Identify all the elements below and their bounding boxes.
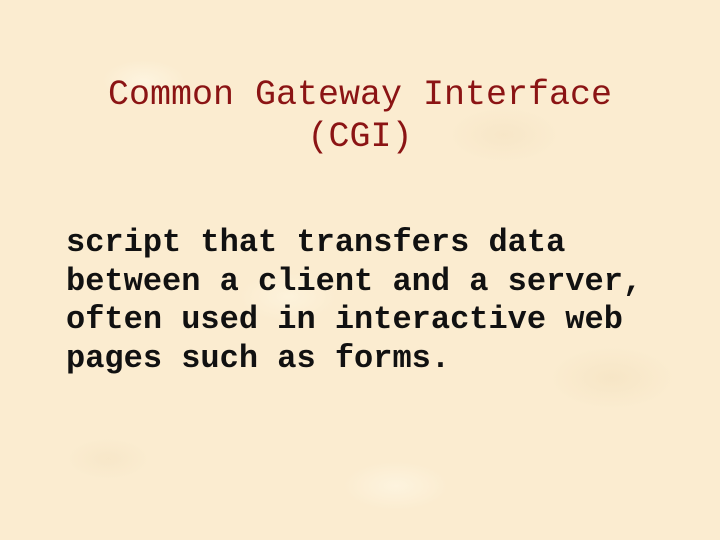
- title-line: (CGI): [307, 117, 413, 157]
- definition-line: pages such as forms.: [66, 339, 451, 377]
- definition-line: script that transfers data: [66, 224, 566, 261]
- slide-title: Common Gateway Interface (CGI): [0, 74, 720, 158]
- definition-text: script that transfers data between a cli…: [66, 224, 706, 378]
- definition-line: often used in interactive web: [66, 301, 623, 338]
- slide: Common Gateway Interface (CGI) script th…: [0, 0, 720, 540]
- title-line: Common Gateway Interface: [107, 75, 613, 115]
- definition-line: between a client and a server,: [66, 262, 643, 300]
